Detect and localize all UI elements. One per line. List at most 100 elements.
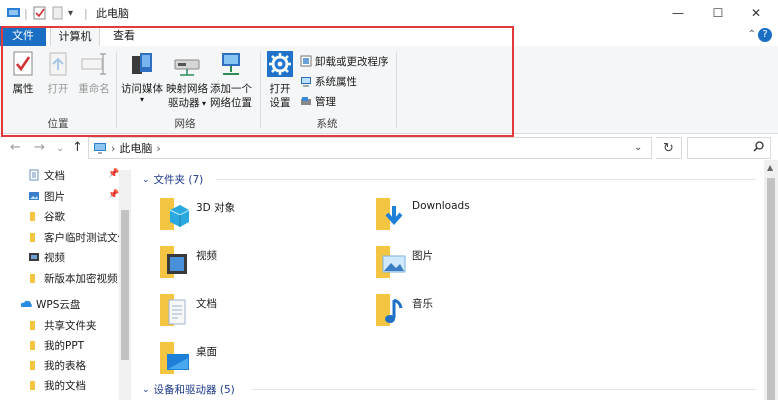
section-title: 设备和驱动器 (5): [153, 384, 235, 396]
nav-item-videos[interactable]: 视频: [28, 247, 65, 267]
folder-icon: [28, 359, 40, 371]
breadcrumb-this-pc[interactable]: 此电脑: [119, 140, 152, 156]
rename-icon: [79, 50, 109, 78]
music-folder-icon: [374, 290, 406, 330]
manage-label: 管理: [315, 95, 336, 108]
add-network-location-button[interactable]: 添加一个 网络位置: [208, 50, 254, 110]
access-media-icon: [127, 50, 157, 78]
nav-item-pictures[interactable]: 图片: [28, 186, 65, 206]
minimize-button[interactable]: —: [656, 0, 700, 26]
tab-computer[interactable]: 计算机: [50, 26, 100, 46]
breadcrumb-separator: ›: [156, 141, 161, 155]
scrollbar-thumb[interactable]: [121, 210, 129, 360]
map-network-drive-button[interactable]: 映射网络 驱动器 ▾: [166, 50, 208, 111]
nav-item-my-sheets[interactable]: 我的表格: [28, 355, 86, 375]
system-properties-button[interactable]: 系统属性: [300, 72, 357, 90]
tab-view[interactable]: 查看: [104, 26, 144, 46]
breadcrumb-separator: ›: [111, 141, 116, 155]
close-button[interactable]: ✕: [734, 0, 778, 26]
nav-item-google[interactable]: 谷歌: [28, 206, 65, 226]
divider: [216, 179, 756, 180]
nav-item-encrypted-video[interactable]: 新版本加密视频: [28, 268, 118, 288]
scroll-up-icon[interactable]: ▲: [767, 163, 773, 172]
open-settings-label: 打开: [269, 83, 291, 95]
nav-item-label: 图片: [44, 190, 65, 203]
properties-button[interactable]: 属性: [6, 50, 40, 96]
section-title: 文件夹 (7): [153, 174, 204, 186]
rename-button[interactable]: 重命名: [76, 50, 112, 96]
folder-icon: [28, 339, 40, 351]
folder-name: 文档: [196, 298, 217, 310]
pictures-folder-icon: [374, 242, 406, 282]
uninstall-label: 卸载或更改程序: [315, 55, 389, 68]
folder-3d-objects[interactable]: 3D 对象: [158, 194, 358, 238]
access-media-label: 访问媒体: [121, 83, 163, 95]
open-icon: [43, 50, 73, 78]
section-header-devices[interactable]: ⌄ 设备和驱动器 (5): [142, 382, 235, 397]
up-button[interactable]: ↑: [72, 140, 83, 155]
access-media-button[interactable]: 访问媒体 ▾: [120, 50, 164, 104]
properties-quick-icon[interactable]: [33, 5, 47, 21]
nav-item-wps-cloud[interactable]: WPS云盘: [20, 294, 80, 314]
folder-pictures[interactable]: 图片: [374, 242, 574, 286]
folder-downloads[interactable]: Downloads: [374, 194, 574, 238]
desktop-folder-icon: [158, 338, 190, 378]
nav-scrollbar[interactable]: [119, 170, 131, 400]
ribbon-tabs: 文件 计算机 查看 ⌃ ?: [0, 26, 778, 46]
address-dropdown-icon[interactable]: ⌄: [634, 142, 642, 153]
nav-item-my-ppt[interactable]: 我的PPT: [28, 335, 84, 355]
section-header-folders[interactable]: ⌄ 文件夹 (7): [142, 172, 203, 187]
open-button[interactable]: 打开: [42, 50, 74, 96]
manage-button[interactable]: 管理: [300, 92, 336, 110]
folder-documents[interactable]: 文档: [158, 290, 358, 334]
forward-button[interactable]: →: [34, 140, 45, 155]
downloads-folder-icon: [374, 194, 406, 234]
folder-name: 视频: [196, 250, 217, 262]
nav-item-shared-folder[interactable]: 共享文件夹: [28, 315, 97, 335]
open-settings-button[interactable]: 打开 设置: [264, 50, 296, 110]
scrollbar-thumb[interactable]: [767, 178, 775, 400]
folder-desktop[interactable]: 桌面: [158, 338, 358, 382]
folder-icon: [28, 319, 40, 331]
window-title: 此电脑: [96, 7, 129, 20]
pin-icon[interactable]: 📌: [108, 169, 119, 179]
recent-locations-icon[interactable]: ⌄: [56, 143, 64, 154]
content-area: ⌄ 文件夹 (7) 3D 对象 Downloads 视频 图片 文档 音乐 桌面…: [132, 160, 764, 400]
this-pc-icon: [93, 142, 107, 154]
search-input[interactable]: [687, 137, 771, 159]
refresh-button[interactable]: ↻: [656, 137, 682, 159]
collapse-ribbon-icon[interactable]: ⌃: [748, 29, 756, 40]
navigation-pane: 文档 📌 图片 📌 谷歌 客户临时测试文件 视频 新版本加密视频 WPS云盘 共…: [0, 160, 132, 400]
nav-item-label: 我的PPT: [44, 339, 85, 352]
folder-icon: [28, 231, 40, 243]
tab-file[interactable]: 文件: [0, 26, 46, 46]
nav-item-label: 新版本加密视频: [44, 272, 118, 285]
uninstall-program-button[interactable]: 卸载或更改程序: [300, 52, 389, 70]
address-bar[interactable]: › 此电脑 ›: [88, 137, 652, 159]
group-divider: [260, 52, 261, 128]
dropdown-arrow-icon: ▾: [139, 95, 144, 104]
chevron-down-icon: ⌄: [142, 174, 150, 185]
folder-name: 桌面: [196, 346, 217, 358]
explorer-app-icon: [6, 5, 22, 21]
folder-music[interactable]: 音乐: [374, 290, 574, 334]
customize-quick-access-icon[interactable]: ▾: [68, 5, 73, 21]
nav-item-label: 我的文档: [44, 379, 86, 392]
group-divider: [396, 52, 397, 128]
pin-icon[interactable]: 📌: [108, 190, 119, 200]
nav-item-my-documents[interactable]: 我的文档: [28, 375, 86, 395]
content-scrollbar[interactable]: ▲: [764, 160, 778, 400]
nav-item-documents[interactable]: 文档: [28, 165, 65, 185]
network-drive-icon: [172, 50, 202, 78]
properties-label: 属性: [12, 83, 34, 95]
documents-folder-icon: [158, 290, 190, 330]
folder-videos[interactable]: 视频: [158, 242, 358, 286]
nav-item-client-test[interactable]: 客户临时测试文件: [28, 227, 128, 247]
group-label-network: 网络: [174, 118, 196, 130]
properties-icon: [8, 50, 38, 78]
new-folder-quick-icon[interactable]: [52, 5, 64, 21]
folder-icon: [28, 210, 40, 222]
back-button[interactable]: ←: [10, 140, 21, 155]
help-button[interactable]: ?: [758, 28, 772, 42]
divider: [252, 389, 756, 390]
